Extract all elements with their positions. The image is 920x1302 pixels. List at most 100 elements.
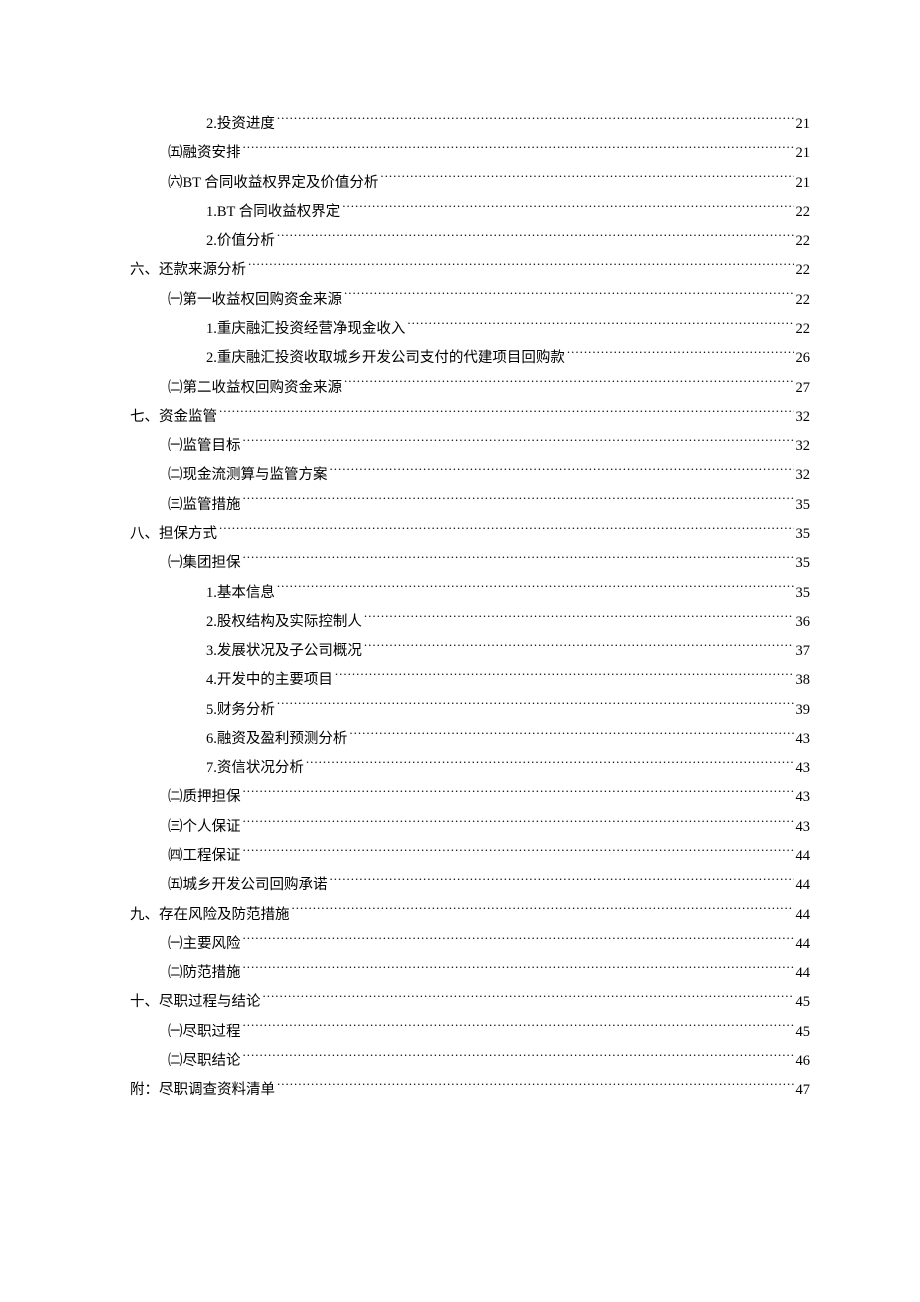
toc-entry-page: 44: [796, 842, 811, 871]
toc-entry-label: ㈡尽职结论: [168, 1047, 241, 1076]
toc-entry-page: 43: [796, 813, 811, 842]
toc-entry-page: 45: [796, 1018, 811, 1047]
toc-dot-leader: [344, 289, 794, 304]
toc-dot-leader: [243, 1051, 794, 1066]
toc-entry-page: 44: [796, 930, 811, 959]
toc-entry-page: 21: [796, 110, 811, 139]
toc-dot-leader: [243, 933, 794, 948]
toc-entry: 7.资信状况分析43: [130, 754, 810, 783]
toc-entry: 2.投资进度 21: [130, 110, 810, 139]
toc-entry: 4.开发中的主要项目 38: [130, 666, 810, 695]
toc-dot-leader: [380, 172, 793, 187]
toc-dot-leader: [349, 728, 793, 743]
toc-entry-label: ㈡质押担保: [168, 783, 241, 812]
toc-dot-leader: [364, 641, 794, 656]
toc-entry-page: 21: [796, 169, 811, 198]
toc-dot-leader: [277, 582, 794, 597]
toc-entry-label: 附：尽职调查资料清单: [130, 1076, 275, 1105]
toc-entry-label: 7.资信状况分析: [206, 754, 304, 783]
toc-entry-label: 六、还款来源分析: [130, 256, 246, 285]
toc-entry-label: ㈠尽职过程: [168, 1018, 241, 1047]
toc-entry-page: 45: [796, 988, 811, 1017]
toc-entry: ㈣工程保证44: [130, 842, 810, 871]
toc-entry: ㈠集团担保 35: [130, 549, 810, 578]
toc-entry-label: 七、资金监管: [130, 403, 217, 432]
toc-dot-leader: [243, 143, 794, 158]
toc-entry: ㈡现金流测算与监管方案32: [130, 461, 810, 490]
toc-entry: 1.BT 合同收益权界定22: [130, 198, 810, 227]
toc-entry-label: ㈠集团担保: [168, 549, 241, 578]
toc-dot-leader: [243, 816, 794, 831]
toc-entry-label: 2.投资进度: [206, 110, 275, 139]
toc-dot-leader: [277, 1080, 794, 1095]
toc-entry: 5.财务分析39: [130, 696, 810, 725]
toc-entry-page: 38: [796, 666, 811, 695]
toc-entry: 3.发展状况及子公司概况37: [130, 637, 810, 666]
toc-dot-leader: [243, 846, 794, 861]
toc-entry: 七、资金监管 32: [130, 403, 810, 432]
toc-entry-label: 1.基本信息: [206, 579, 275, 608]
toc-entry-page: 26: [796, 344, 811, 373]
toc-entry: ㈠尽职过程 45: [130, 1018, 810, 1047]
toc-dot-leader: [243, 1021, 794, 1036]
toc-entry: ㈤城乡开发公司回购承诺 44: [130, 871, 810, 900]
toc-entry-label: 5.财务分析: [206, 696, 275, 725]
toc-dot-leader: [306, 758, 794, 773]
toc-entry: 八、担保方式35: [130, 520, 810, 549]
toc-entry-page: 44: [796, 871, 811, 900]
toc-entry-page: 22: [796, 286, 811, 315]
toc-dot-leader: [364, 611, 794, 626]
toc-entry-label: 1.重庆融汇投资经营净现金收入: [206, 315, 405, 344]
toc-entry: ㈠监管目标 32: [130, 432, 810, 461]
toc-dot-leader: [248, 260, 794, 275]
toc-entry-label: ㈢个人保证: [168, 813, 241, 842]
toc-entry: 六、还款来源分析22: [130, 256, 810, 285]
toc-entry-label: ㈤城乡开发公司回购承诺: [168, 871, 328, 900]
toc-entry: ㈢监管措施 35: [130, 491, 810, 520]
toc-entry-label: ㈠监管目标: [168, 432, 241, 461]
toc-dot-leader: [277, 699, 794, 714]
toc-dot-leader: [277, 231, 794, 246]
toc-entry: 2.股权结构及实际控制人36: [130, 608, 810, 637]
toc-entry-page: 27: [796, 374, 811, 403]
toc-entry-page: 35: [796, 520, 811, 549]
toc-entry-page: 32: [796, 403, 811, 432]
toc-dot-leader: [243, 553, 794, 568]
toc-entry-page: 44: [796, 959, 811, 988]
toc-entry: ㈠主要风险44: [130, 930, 810, 959]
toc-entry: ㈡尽职结论46: [130, 1047, 810, 1076]
toc-dot-leader: [263, 992, 794, 1007]
toc-entry-page: 22: [796, 227, 811, 256]
toc-entry-page: 35: [796, 491, 811, 520]
toc-entry: 2.重庆融汇投资收取城乡开发公司支付的代建项目回购款 26: [130, 344, 810, 373]
toc-entry-page: 36: [796, 608, 811, 637]
table-of-contents: 2.投资进度21㈤融资安排21㈥BT 合同收益权界定及价值分析211.BT 合同…: [130, 110, 810, 1106]
toc-dot-leader: [243, 787, 794, 802]
toc-entry-label: ㈢监管措施: [168, 491, 241, 520]
toc-dot-leader: [277, 114, 794, 129]
toc-dot-leader: [344, 377, 794, 392]
toc-entry-label: 3.发展状况及子公司概况: [206, 637, 362, 666]
toc-entry-page: 22: [796, 198, 811, 227]
toc-entry-label: ㈡防范措施: [168, 959, 241, 988]
toc-entry-page: 43: [796, 783, 811, 812]
toc-entry: 十、尽职过程与结论 45: [130, 988, 810, 1017]
toc-dot-leader: [243, 436, 794, 451]
toc-entry-label: 4.开发中的主要项目: [206, 666, 333, 695]
toc-entry-label: 2.重庆融汇投资收取城乡开发公司支付的代建项目回购款: [206, 344, 565, 373]
toc-entry-page: 21: [796, 139, 811, 168]
toc-dot-leader: [335, 670, 794, 685]
toc-entry-label: ㈠第一收益权回购资金来源: [168, 286, 342, 315]
toc-entry-page: 32: [796, 432, 811, 461]
toc-dot-leader: [243, 963, 794, 978]
toc-entry-label: ㈡第二收益权回购资金来源: [168, 374, 342, 403]
toc-dot-leader: [330, 465, 794, 480]
toc-entry: 附：尽职调查资料清单 47: [130, 1076, 810, 1105]
toc-entry: ㈡防范措施 44: [130, 959, 810, 988]
toc-entry-label: 十、尽职过程与结论: [130, 988, 261, 1017]
toc-entry-page: 47: [796, 1076, 811, 1105]
toc-entry-page: 35: [796, 549, 811, 578]
toc-dot-leader: [342, 201, 793, 216]
toc-entry-label: 6.融资及盈利预测分析: [206, 725, 347, 754]
toc-entry: 1.重庆融汇投资经营净现金收入22: [130, 315, 810, 344]
